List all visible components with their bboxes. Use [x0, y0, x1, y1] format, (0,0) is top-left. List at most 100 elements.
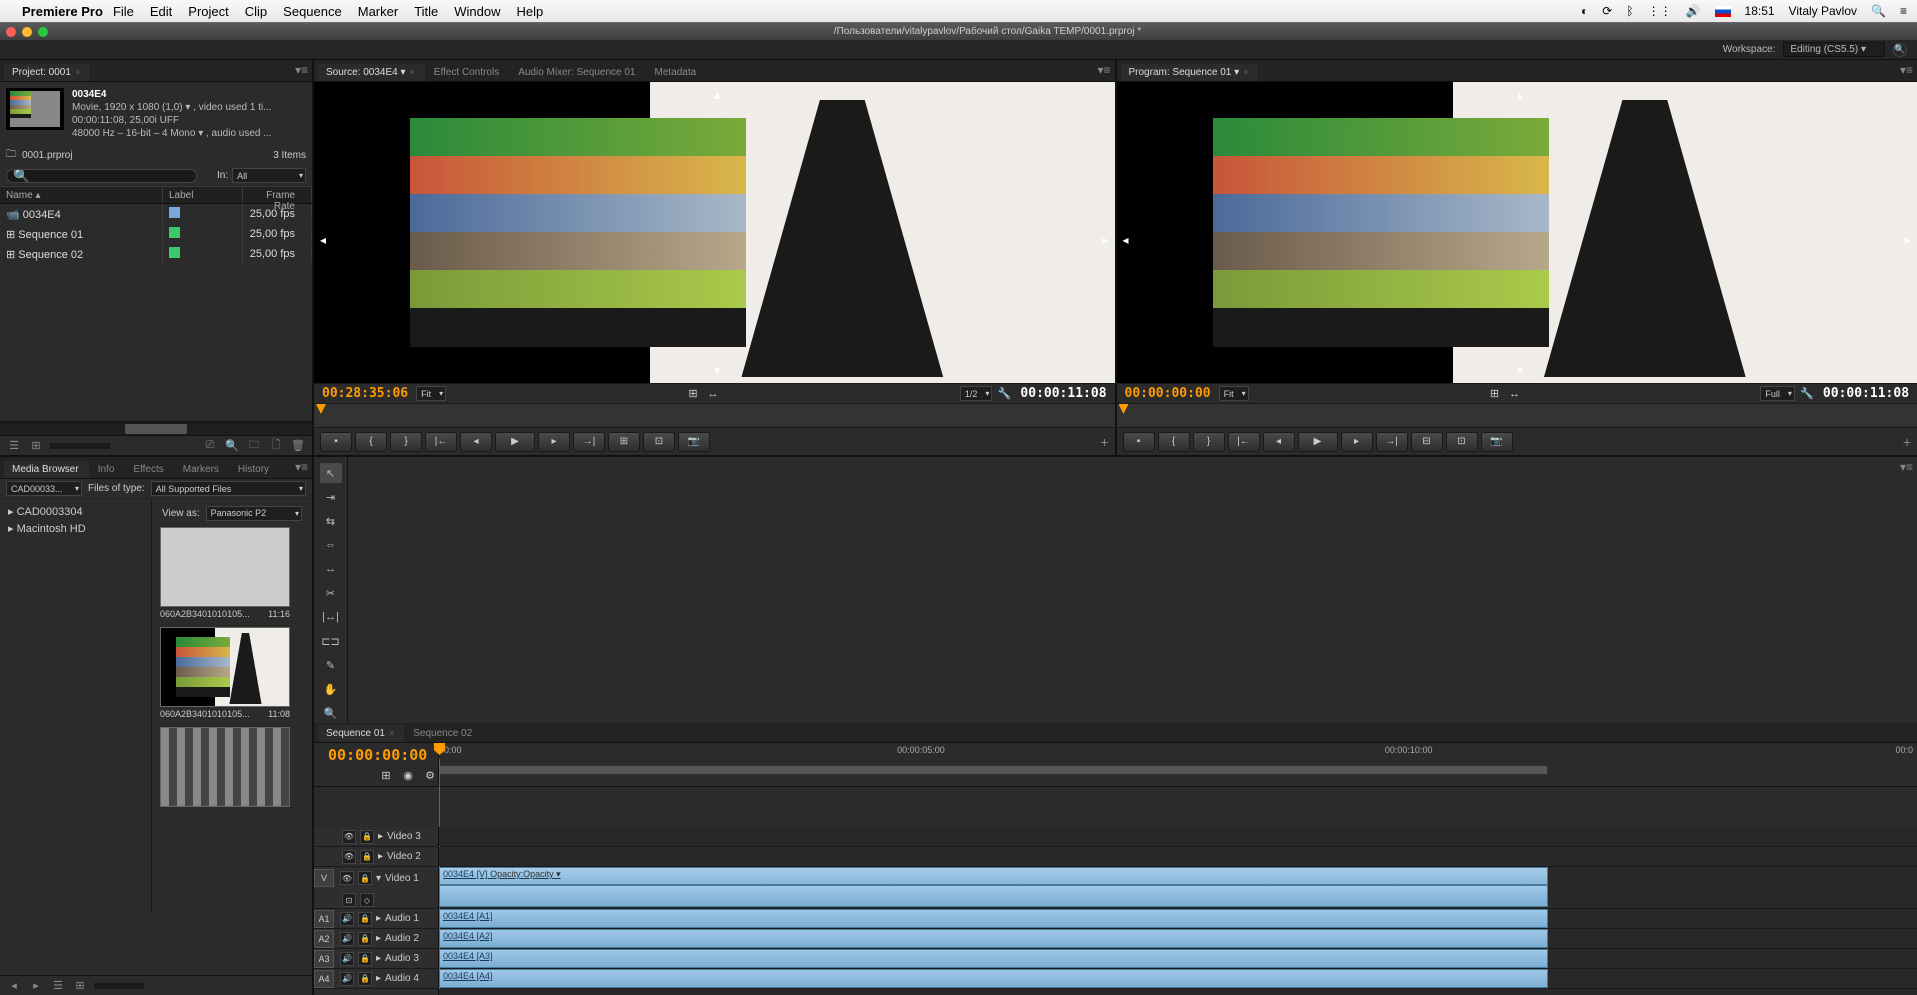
project-search-field[interactable]: [6, 169, 197, 183]
program-mini-timeline[interactable]: [1117, 403, 1917, 427]
snap-button[interactable]: ⊞: [378, 768, 394, 784]
pen-tool[interactable]: ✎: [320, 655, 342, 675]
step-back-button[interactable]: ◂: [460, 432, 492, 452]
audio-clip[interactable]: 0034E4 [A3]: [439, 949, 1548, 968]
new-item-icon[interactable]: 🗋: [268, 438, 284, 454]
step-fwd-button[interactable]: ▸: [1341, 432, 1373, 452]
in-select[interactable]: All: [232, 168, 306, 183]
lock-button[interactable]: 🔒: [358, 932, 372, 946]
find-icon[interactable]: 🔍: [224, 438, 240, 454]
output-icon[interactable]: ↔: [705, 386, 721, 402]
panel-menu-button[interactable]: ▾≡: [295, 63, 308, 77]
tab-media-browser[interactable]: Media Browser: [4, 461, 89, 478]
tab-effect-controls[interactable]: Effect Controls: [426, 64, 509, 81]
lock-button[interactable]: 🔒: [358, 912, 372, 926]
target-v[interactable]: V: [314, 869, 334, 887]
source-monitor-view[interactable]: ▴ ▾ ◂ ▸: [314, 82, 1115, 383]
tree-item[interactable]: ▸ CAD0003304: [4, 503, 147, 520]
menu-extra-icon[interactable]: ≡: [1900, 4, 1907, 18]
export-frame-button[interactable]: 📷: [678, 432, 710, 452]
header-fps[interactable]: Frame Rate: [243, 187, 312, 203]
extract-button[interactable]: ⊡: [1446, 432, 1478, 452]
ripple-tool[interactable]: ⇆: [320, 511, 342, 531]
program-res-select[interactable]: Full: [1760, 386, 1795, 401]
thumb-view-button[interactable]: ⊞: [72, 978, 88, 994]
in-button[interactable]: {: [1158, 432, 1190, 452]
source-mini-timeline[interactable]: [314, 403, 1115, 427]
tab-history[interactable]: History: [230, 461, 279, 478]
icon-view-button[interactable]: ⊞: [28, 438, 44, 454]
automate-icon[interactable]: ⎚: [202, 438, 218, 454]
target-a3[interactable]: A3: [314, 950, 334, 968]
tab-effects[interactable]: Effects: [125, 461, 173, 478]
overwrite-button[interactable]: ⊡: [643, 432, 675, 452]
search-icon[interactable]: 🔍: [1893, 43, 1907, 57]
program-fit-select[interactable]: Fit: [1219, 386, 1249, 401]
zoom-window-button[interactable]: [38, 27, 48, 37]
project-item[interactable]: ⊞ Sequence 01 25,00 fps: [0, 224, 312, 244]
step-back-button[interactable]: ◂: [1263, 432, 1295, 452]
marker-button[interactable]: ◉: [400, 768, 416, 784]
settings-icon[interactable]: 🔧: [996, 386, 1012, 402]
fwd-button[interactable]: ▸: [28, 978, 44, 994]
marker-button[interactable]: ▪: [320, 432, 352, 452]
video-clip[interactable]: 0034E4 [V] Opacity:Opacity ▾: [439, 867, 1548, 885]
menu-title[interactable]: Title: [414, 4, 438, 19]
goto-in-button[interactable]: |←: [425, 432, 457, 452]
directory-select[interactable]: CAD00033...: [6, 481, 82, 496]
menu-marker[interactable]: Marker: [358, 4, 398, 19]
menu-window[interactable]: Window: [454, 4, 500, 19]
program-monitor-view[interactable]: ▴ ▾ ◂ ▸: [1117, 82, 1917, 383]
header-name[interactable]: Name ▴: [0, 187, 163, 203]
output-icon[interactable]: ↔: [1507, 386, 1523, 402]
thumb-size-slider[interactable]: [94, 983, 144, 989]
play-button[interactable]: ▶: [495, 432, 535, 452]
insert-button[interactable]: ⊞: [608, 432, 640, 452]
mute-button[interactable]: 🔊: [340, 952, 354, 966]
audio-clip[interactable]: 0034E4 [A2]: [439, 929, 1548, 948]
project-item[interactable]: ⊞ Sequence 02 25,00 fps: [0, 244, 312, 264]
header-label[interactable]: Label: [163, 187, 243, 203]
tree-item[interactable]: ▸ Macintosh HD: [4, 520, 147, 537]
settings-icon[interactable]: 🔧: [1799, 386, 1815, 402]
thumb-size-slider[interactable]: [50, 443, 110, 449]
tab-program[interactable]: Program: Sequence 01 ▾×: [1121, 64, 1259, 81]
tab-sequence-02[interactable]: Sequence 02: [405, 725, 482, 742]
audio-clip[interactable]: 0034E4 [A1]: [439, 909, 1548, 928]
workspace-select[interactable]: Editing (CS5.5) ▾: [1783, 42, 1885, 57]
hand-tool[interactable]: ✋: [320, 679, 342, 699]
source-tc-current[interactable]: 00:28:35:06: [318, 386, 412, 401]
goto-out-button[interactable]: →|: [573, 432, 605, 452]
goto-out-button[interactable]: →|: [1376, 432, 1408, 452]
spotlight-icon[interactable]: 🔍: [1871, 4, 1886, 18]
panel-menu-button[interactable]: ▾≡: [295, 460, 308, 474]
selected-clip-thumb[interactable]: [6, 88, 64, 130]
menu-clip[interactable]: Clip: [245, 4, 267, 19]
zoom-tool[interactable]: 🔍: [320, 703, 342, 723]
target-a1[interactable]: A1: [314, 910, 334, 928]
volume-icon[interactable]: 🔊: [1686, 4, 1701, 18]
viewas-select[interactable]: Panasonic P2: [206, 506, 302, 521]
out-button[interactable]: }: [390, 432, 422, 452]
project-item[interactable]: 📹 0034E4 25,00 fps: [0, 204, 312, 224]
menu-project[interactable]: Project: [188, 4, 228, 19]
tab-source[interactable]: Source: 0034E4 ▾×: [318, 64, 425, 81]
timeline-ruler[interactable]: 00:00 00:00:05:00 00:00:10:00 00:0: [439, 743, 1917, 786]
clock[interactable]: 18:51: [1745, 4, 1775, 18]
safe-margins-icon[interactable]: ⊞: [1487, 386, 1503, 402]
lock-button[interactable]: 🔒: [360, 830, 374, 844]
rolling-tool[interactable]: ⇔: [320, 535, 342, 555]
lock-button[interactable]: 🔒: [360, 850, 374, 864]
track-select-tool[interactable]: ⇥: [320, 487, 342, 507]
tab-markers[interactable]: Markers: [175, 461, 229, 478]
play-button[interactable]: ▶: [1298, 432, 1338, 452]
step-fwd-button[interactable]: ▸: [538, 432, 570, 452]
media-thumb[interactable]: 060A2B3401010105...11:08: [160, 627, 290, 719]
lift-button[interactable]: ⊟: [1411, 432, 1443, 452]
toggle-output-button[interactable]: 👁: [342, 850, 356, 864]
lock-button[interactable]: 🔒: [358, 952, 372, 966]
mute-button[interactable]: 🔊: [340, 912, 354, 926]
media-thumb[interactable]: [160, 727, 290, 809]
back-button[interactable]: ◂: [6, 978, 22, 994]
slip-tool[interactable]: |↔|: [320, 607, 342, 627]
